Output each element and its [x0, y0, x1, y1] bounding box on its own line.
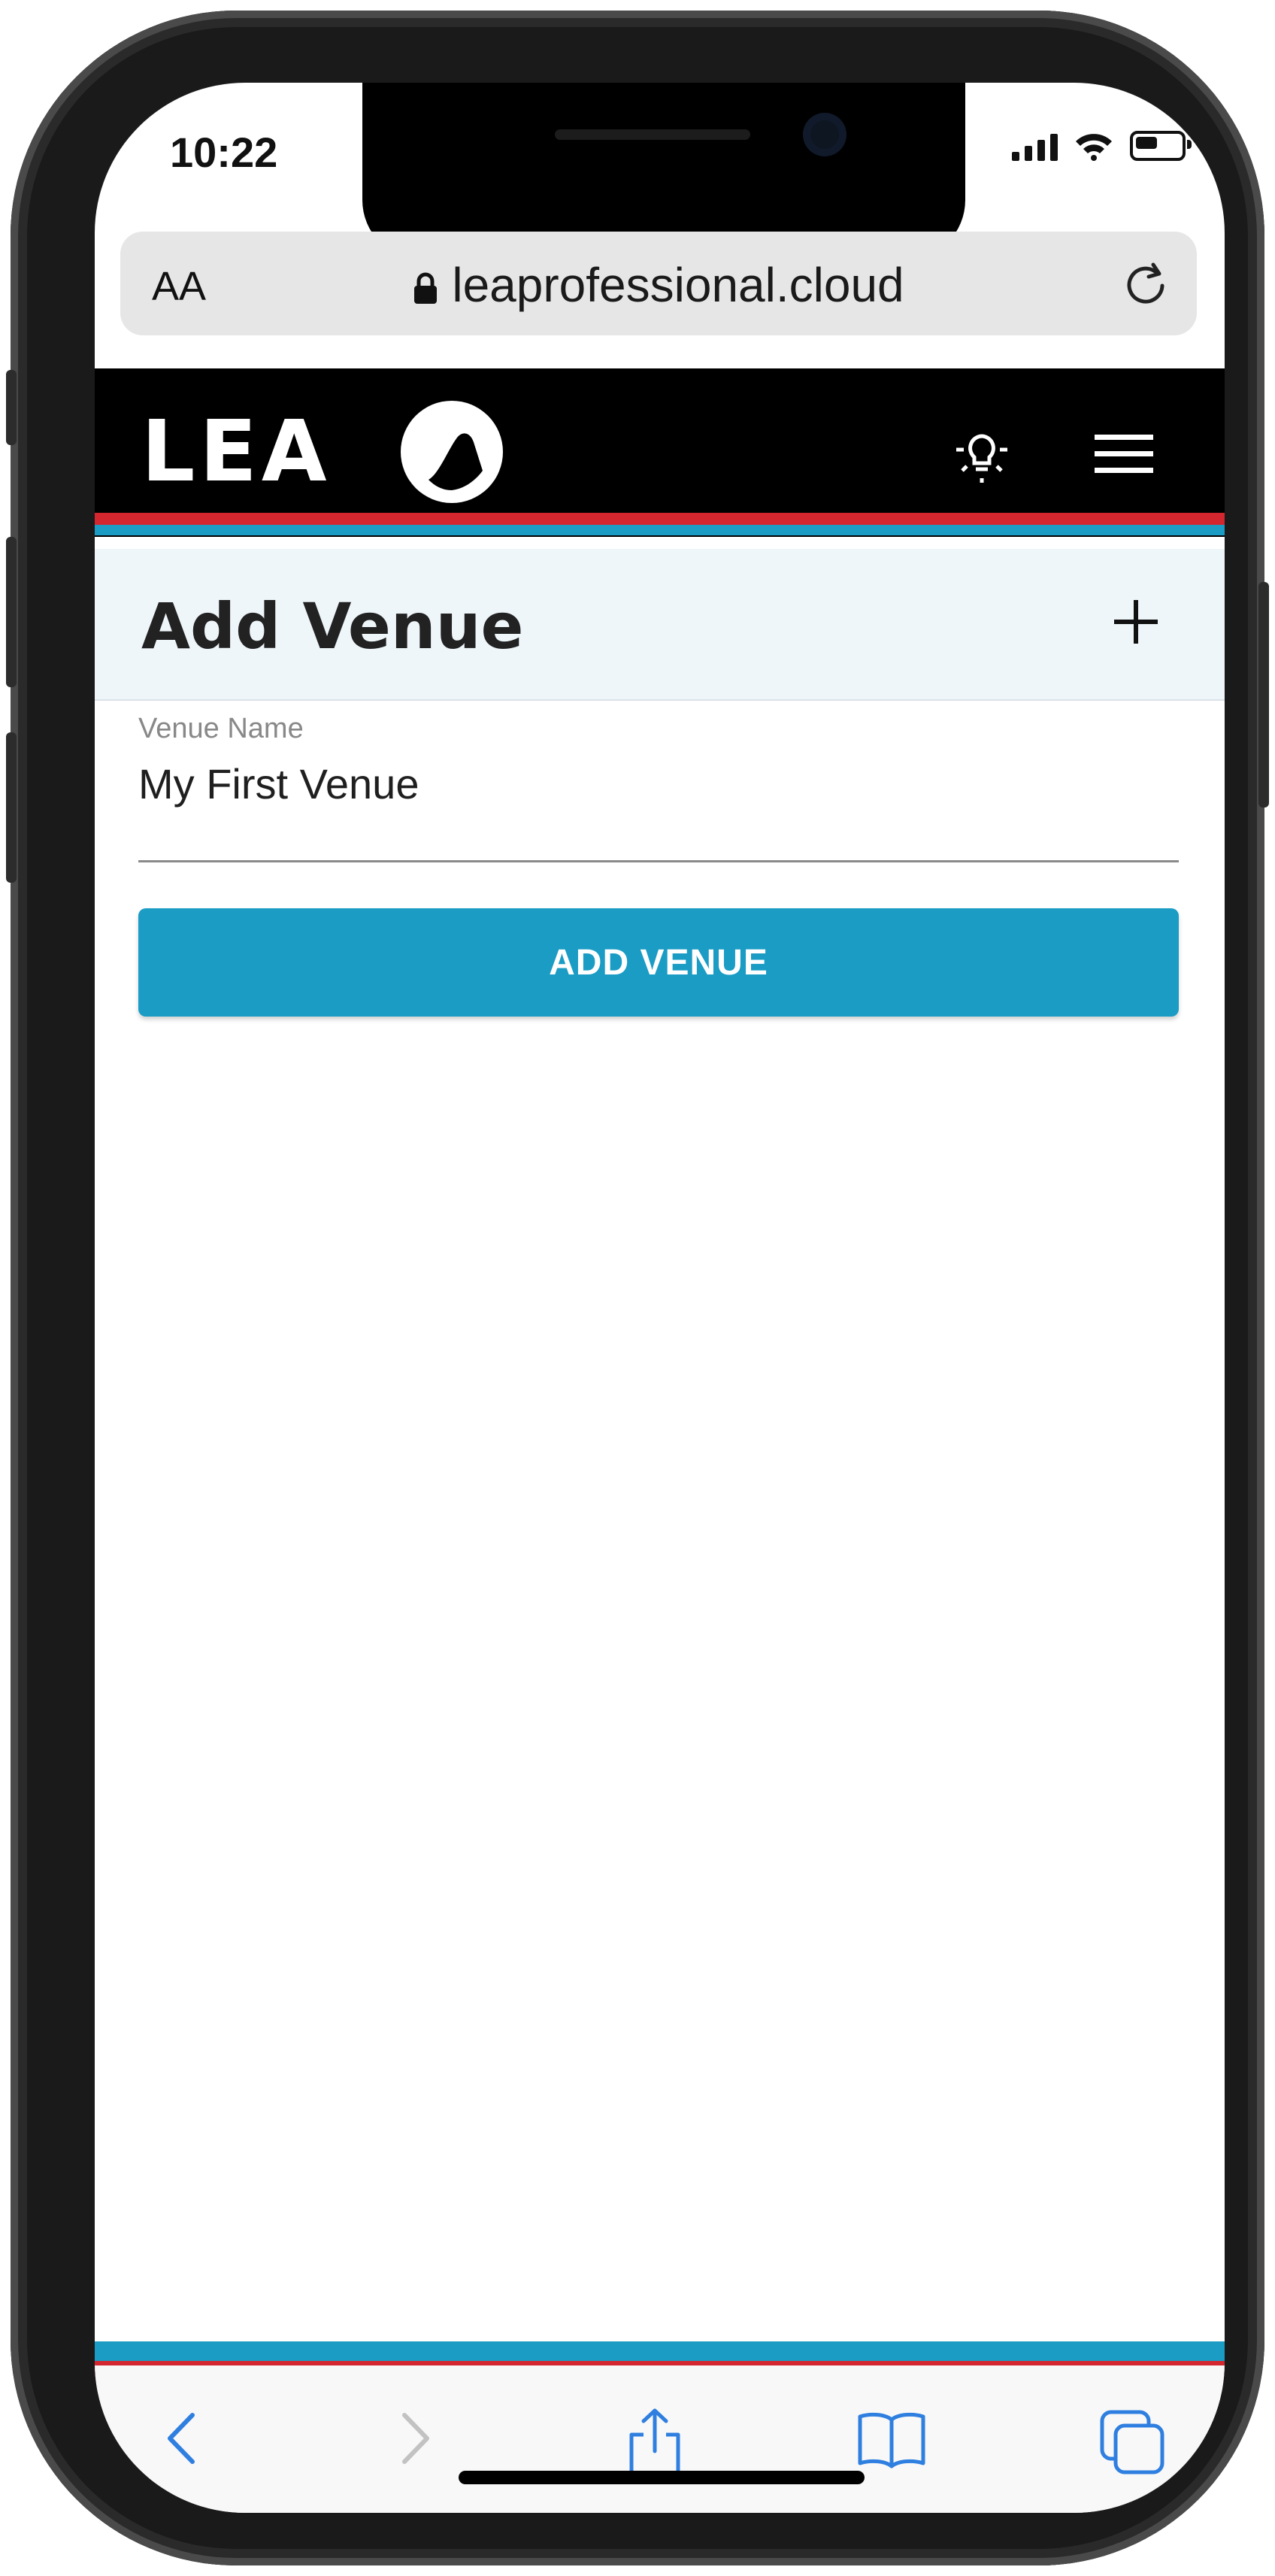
logo[interactable]: LEA	[141, 403, 332, 501]
side-button-volume-up	[6, 537, 17, 687]
venue-name-label: Venue Name	[138, 713, 304, 744]
status-time: 10:22	[170, 129, 278, 176]
app-header: LEA	[95, 368, 1225, 537]
share-icon[interactable]	[621, 2405, 689, 2480]
url-field[interactable]: leaprofessional.cloud	[120, 257, 1197, 313]
add-venue-header: Add Venue	[95, 549, 1225, 701]
tabs-icon[interactable]	[1095, 2405, 1170, 2480]
side-button-power	[1258, 582, 1269, 808]
speaker-grille	[555, 129, 750, 140]
header-stripe-blue	[95, 525, 1225, 535]
wifi-icon	[1076, 134, 1112, 161]
front-camera	[803, 113, 846, 156]
browser-toolbar	[95, 2365, 1225, 2513]
hamburger-menu-icon[interactable]	[1095, 433, 1153, 475]
phone-screen: 10:22 AA leaprofessional.cloud LEA Add V…	[95, 83, 1225, 2513]
lightbulb-icon[interactable]	[944, 415, 1019, 490]
page-title: Add Venue	[141, 589, 524, 663]
logo-mark-icon	[401, 401, 503, 503]
browser-address-bar[interactable]: AA leaprofessional.cloud	[120, 232, 1197, 335]
home-indicator	[459, 2471, 865, 2484]
lock-icon	[414, 272, 438, 305]
back-icon[interactable]	[156, 2405, 209, 2472]
battery-icon	[1130, 131, 1192, 161]
forward-icon[interactable]	[388, 2405, 441, 2472]
url-text: leaprofessional.cloud	[452, 258, 904, 312]
reload-icon[interactable]	[1120, 257, 1171, 308]
signal-icon	[1012, 131, 1058, 161]
header-stripe-red	[95, 513, 1225, 525]
footer-stripe-blue	[95, 2341, 1225, 2361]
venue-name-underline	[138, 860, 1179, 862]
add-venue-button[interactable]: ADD VENUE	[138, 908, 1179, 1017]
status-icons	[1012, 131, 1192, 161]
phone-frame: 10:22 AA leaprofessional.cloud LEA Add V…	[6, 11, 1269, 2565]
plus-icon[interactable]	[1110, 596, 1162, 648]
venue-name-input[interactable]	[138, 759, 1176, 808]
side-button-silence	[6, 370, 17, 445]
bookmarks-icon[interactable]	[854, 2405, 929, 2472]
side-button-volume-down	[6, 732, 17, 883]
